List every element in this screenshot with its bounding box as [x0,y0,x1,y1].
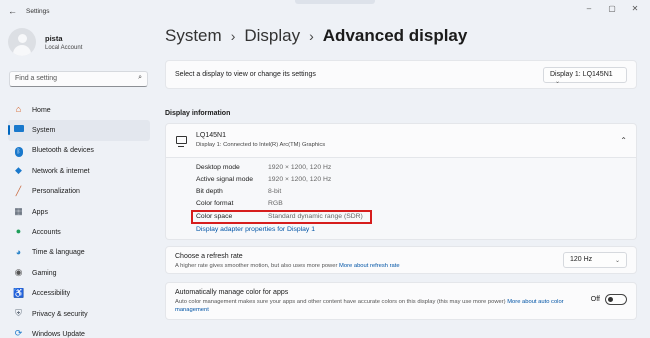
sidebar-item-home[interactable]: ⌂ Home [8,100,150,120]
breadcrumb-display[interactable]: Display [244,26,300,46]
page-title: Advanced display [322,26,468,45]
auto-color-card: Automatically manage color for apps Auto… [165,282,637,320]
auto-color-title: Automatically manage color for apps [175,289,289,296]
sidebar-item-network[interactable]: ◆ Network & internet [8,161,150,181]
display-information-heading: Display information [165,110,231,117]
display-select-value: Display 1: LQ145N1 [550,71,613,78]
user-account-type: Local Account [45,44,83,51]
sidebar-item-label: Accounts [32,229,61,237]
avatar [8,28,36,56]
color-space-highlight-box [191,210,372,224]
info-value: 8-bit [268,188,282,195]
app-title: Settings [26,8,50,15]
info-value: RGB [268,200,283,207]
display-info-header[interactable]: LQ145N1 Display 1: Connected to Intel(R)… [165,123,637,158]
auto-color-subtitle: Auto color management makes sure your ap… [175,299,506,305]
update-icon: ⟳ [14,328,23,338]
brush-icon: ╱ [15,185,22,196]
sidebar-item-accessibility[interactable]: ♿ Accessibility [8,284,150,304]
refresh-rate-link[interactable]: More about refresh rate [339,263,400,269]
monitor-icon [176,136,187,147]
home-icon: ⌂ [15,104,22,114]
minimize-icon[interactable]: – [578,4,600,13]
select-display-card: Select a display to view or change its s… [165,60,637,89]
display-name: LQ145N1 [196,132,226,139]
refresh-rate-description: A higher rate gives smoother motion, but… [175,263,400,269]
search-placeholder: Find a setting [15,75,58,82]
user-name: pista [45,33,63,43]
auto-color-description: Auto color management makes sure your ap… [175,298,585,314]
sidebar-item-label: Bluetooth & devices [32,147,94,155]
sidebar-item-label: System [32,127,56,135]
back-arrow-icon[interactable]: ← [8,6,17,16]
sidebar-item-apps[interactable]: ▦ Apps [8,202,150,222]
search-icon: ⌕ [138,74,142,81]
sidebar-item-label: Apps [32,208,48,216]
info-key: Color format [196,200,234,207]
breadcrumb-system[interactable]: System [165,26,222,46]
sidebar-item-windows-update[interactable]: ⟳ Windows Update [8,324,150,338]
display-info-details: Desktop mode 1920 × 1200, 120 Hz Active … [165,158,637,240]
breadcrumb-separator: › [230,28,236,44]
sidebar-item-label: Home [32,106,51,114]
refresh-rate-subtitle: A higher rate gives smoother motion, but… [175,263,338,269]
sidebar-item-label: Gaming [32,269,57,277]
sidebar-item-gaming[interactable]: ◉ Gaming [8,263,150,283]
sidebar-item-label: Privacy & security [32,310,88,318]
sidebar-item-privacy[interactable]: ⛨ Privacy & security [8,304,150,324]
close-icon[interactable]: ✕ [624,4,646,13]
refresh-rate-value: 120 Hz [570,256,593,263]
sidebar-item-bluetooth[interactable]: ᛒ Bluetooth & devices [8,141,150,161]
info-value: 1920 × 1200, 120 Hz [268,176,332,183]
refresh-rate-card: Choose a refresh rate A higher rate give… [165,246,637,274]
sidebar-item-label: Time & language [32,249,85,257]
chevron-down-icon: ⌄ [614,258,620,264]
bluetooth-icon: ᛒ [13,145,24,157]
chevron-down-icon: ⌄ [555,79,561,85]
info-key: Active signal mode [196,176,254,183]
info-value: 1920 × 1200, 120 Hz [268,164,332,171]
info-key: Bit depth [196,188,223,195]
accessibility-icon: ♿ [13,287,25,298]
sidebar-item-system[interactable]: System [8,120,150,141]
sidebar-item-label: Personalization [32,188,80,196]
gamepad-icon: ◉ [14,267,23,278]
breadcrumb: System › Display › Advanced display [165,26,467,46]
system-icon [13,124,24,135]
auto-color-toggle[interactable] [605,294,627,305]
title-bar-drag-hint [295,0,375,4]
adapter-properties-link[interactable]: Display adapter properties for Display 1 [196,226,315,233]
sidebar-item-accounts[interactable]: ● Accounts [8,222,150,242]
display-select-dropdown[interactable]: Display 1: LQ145N1 ⌄ [543,67,627,85]
sidebar-item-label: Network & internet [32,167,90,175]
refresh-rate-title: Choose a refresh rate [175,253,243,260]
search-input[interactable]: Find a setting ⌕ [9,71,148,87]
sidebar-item-personalization[interactable]: ╱ Personalization [8,182,150,202]
apps-icon: ▦ [14,205,23,216]
chevron-up-icon[interactable]: ⌃ [620,136,627,145]
display-connection: Display 1: Connected to Intel(R) Arc(TM)… [196,142,326,148]
globe-icon: ◕ [15,246,22,257]
shield-icon: ⛨ [15,307,22,318]
sidebar-nav: ⌂ Home System ᛒ Bluetooth & devices ◆ Ne… [8,100,150,338]
sidebar-item-label: Windows Update [32,330,85,338]
breadcrumb-separator: › [309,28,314,44]
wifi-icon: ◆ [15,165,22,176]
toggle-knob [608,296,613,302]
toggle-state-label: Off [590,296,600,303]
refresh-rate-dropdown[interactable]: 120 Hz ⌄ [563,252,627,268]
accounts-icon: ● [15,226,22,237]
select-display-label: Select a display to view or change its s… [175,71,316,78]
sidebar-item-time-language[interactable]: ◕ Time & language [8,243,150,263]
sidebar-item-label: Accessibility [32,290,71,298]
user-profile[interactable]: pista Local Account [8,28,82,56]
maximize-icon[interactable]: ▢ [601,4,623,13]
info-key: Desktop mode [196,164,240,171]
